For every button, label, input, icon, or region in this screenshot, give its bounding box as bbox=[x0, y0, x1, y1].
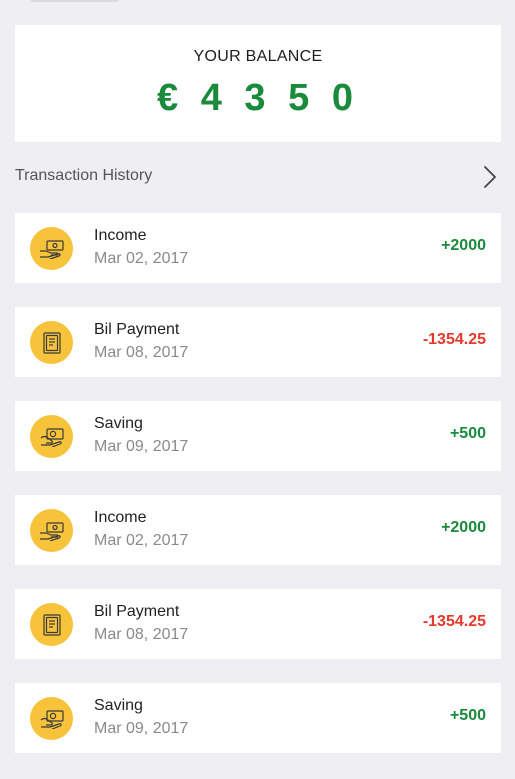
transaction-row[interactable]: Income Mar 02, 2017 +2000 bbox=[15, 213, 501, 283]
balance-card: YOUR BALANCE € 4 3 5 0 bbox=[15, 25, 501, 142]
saving-hand-icon bbox=[30, 415, 73, 458]
transaction-row[interactable]: Bil Payment Mar 08, 2017 -1354.25 bbox=[15, 307, 501, 377]
transaction-row[interactable]: Bil Payment Mar 08, 2017 -1354.25 bbox=[15, 589, 501, 659]
transaction-name: Saving bbox=[94, 697, 143, 714]
money-hand-icon bbox=[30, 227, 73, 270]
transaction-amount: -1354.25 bbox=[422, 613, 486, 630]
balance-label: YOUR BALANCE bbox=[193, 48, 323, 65]
transaction-name: Bil Payment bbox=[94, 603, 180, 620]
transaction-date: Mar 09, 2017 bbox=[94, 438, 189, 455]
transaction-name: Income bbox=[94, 227, 147, 244]
receipt-icon bbox=[30, 321, 73, 364]
transaction-amount: +500 bbox=[449, 425, 486, 442]
transaction-date: Mar 08, 2017 bbox=[94, 626, 189, 643]
transaction-amount: +2000 bbox=[441, 519, 486, 536]
chevron-right-icon[interactable] bbox=[481, 164, 499, 190]
saving-hand-icon bbox=[30, 697, 73, 740]
transaction-history-title: Transaction History bbox=[15, 167, 153, 184]
balance-amount: € 4 3 5 0 bbox=[157, 77, 359, 119]
transaction-amount: +2000 bbox=[441, 237, 486, 254]
transaction-history-header[interactable]: Transaction History bbox=[15, 160, 501, 194]
transaction-row[interactable]: Saving Mar 09, 2017 +500 bbox=[15, 401, 501, 471]
transaction-name: Bil Payment bbox=[94, 321, 180, 338]
transaction-name: Income bbox=[94, 509, 147, 526]
transaction-amount: +500 bbox=[449, 707, 486, 724]
transaction-list: Income Mar 02, 2017 +2000 Bil Payment Ma… bbox=[15, 213, 501, 777]
receipt-icon bbox=[30, 603, 73, 646]
transaction-date: Mar 09, 2017 bbox=[94, 720, 189, 737]
transaction-date: Mar 02, 2017 bbox=[94, 532, 189, 549]
money-hand-icon bbox=[30, 509, 73, 552]
transaction-row[interactable]: Saving Mar 09, 2017 +500 bbox=[15, 683, 501, 753]
header-fragment bbox=[30, 0, 120, 2]
transaction-date: Mar 02, 2017 bbox=[94, 250, 189, 267]
transaction-row[interactable]: Income Mar 02, 2017 +2000 bbox=[15, 495, 501, 565]
transaction-date: Mar 08, 2017 bbox=[94, 344, 189, 361]
transaction-amount: -1354.25 bbox=[422, 331, 486, 348]
transaction-name: Saving bbox=[94, 415, 143, 432]
